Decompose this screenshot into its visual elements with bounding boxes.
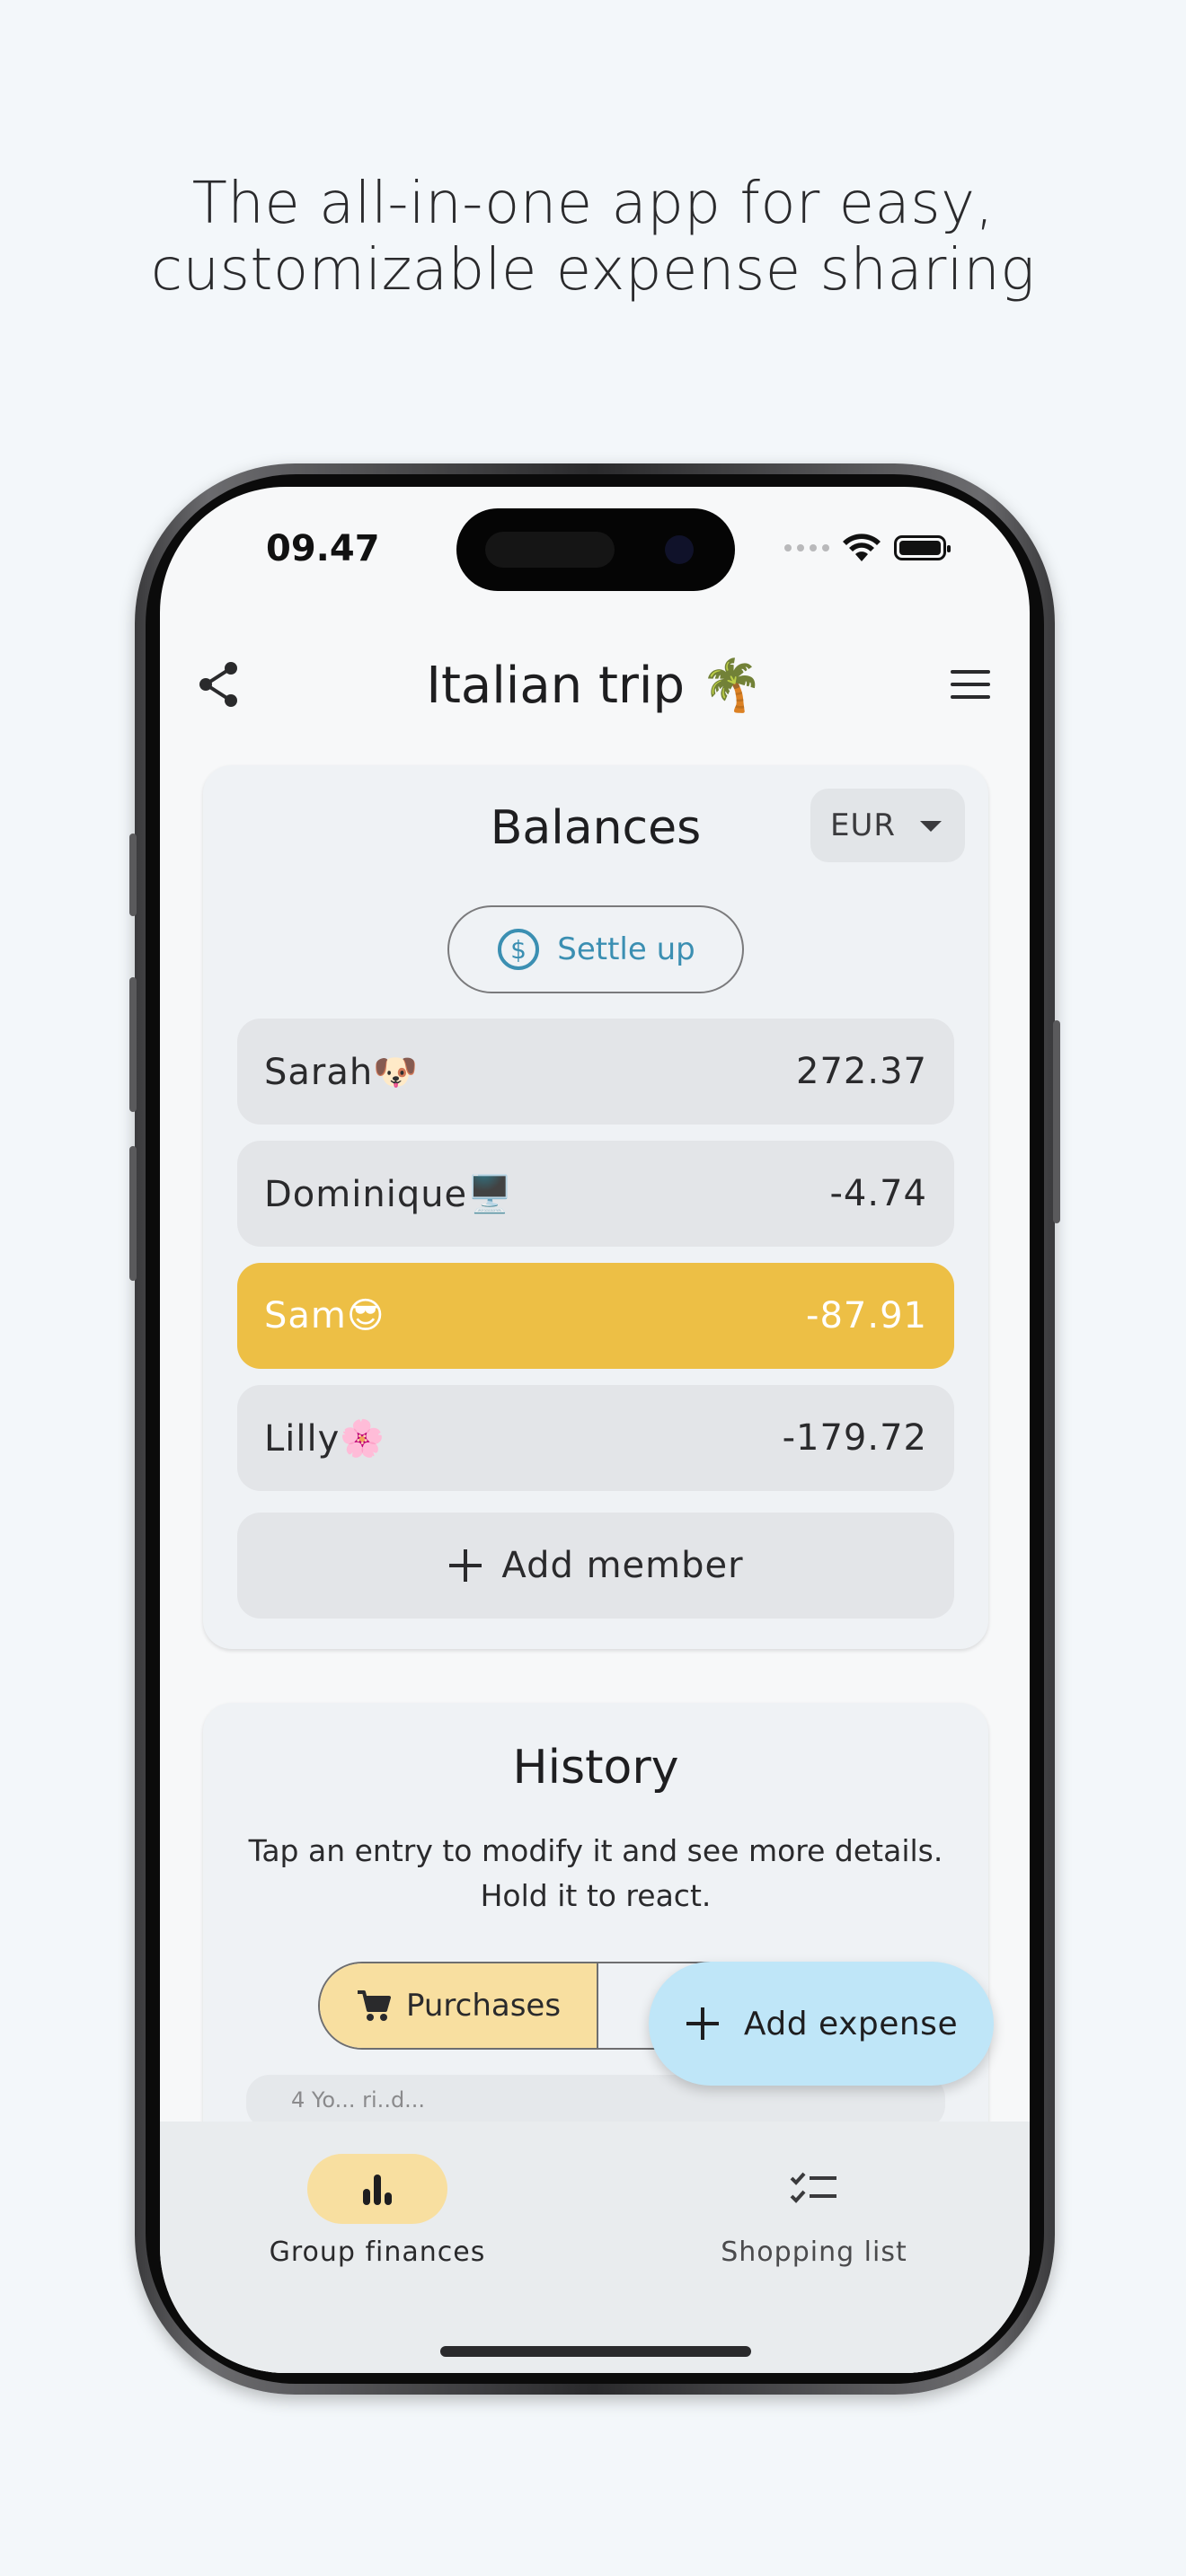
member-balance: -179.72 <box>782 1417 927 1459</box>
currency-select[interactable]: EUR <box>810 789 965 862</box>
phone-volume-up <box>129 977 137 1112</box>
dropdown-arrow-icon <box>920 821 942 832</box>
status-icons <box>784 530 951 566</box>
history-subtitle-line-1: Tap an entry to modify it and see more d… <box>248 1833 943 1868</box>
add-expense-button[interactable]: Add expense <box>649 1962 994 2086</box>
phone-silent-switch <box>129 834 137 916</box>
nav-label: Shopping list <box>721 2236 907 2268</box>
svg-text:$: $ <box>510 935 527 965</box>
tab-purchases[interactable]: Purchases <box>320 1963 598 2048</box>
nav-active-indicator <box>307 2154 447 2224</box>
history-subtitle: Tap an entry to modify it and see more d… <box>230 1829 961 1919</box>
cellular-signal-icon <box>784 544 829 551</box>
add-member-button[interactable]: Add member <box>237 1513 954 1619</box>
member-row-current-user[interactable]: Sam😎 -87.91 <box>237 1263 954 1369</box>
member-balance: -4.74 <box>829 1173 927 1214</box>
member-row[interactable]: Sarah🐶 272.37 <box>237 1019 954 1125</box>
plus-icon <box>686 2007 719 2040</box>
member-row[interactable]: Lilly🌸 -179.72 <box>237 1385 954 1491</box>
island-sensor <box>485 532 615 568</box>
headline-line-1: The all-in-one app for easy, <box>191 171 995 237</box>
dynamic-island <box>456 508 735 591</box>
history-title: History <box>512 1741 679 1795</box>
bar-chart-icon <box>363 2175 392 2205</box>
balances-card: Balances EUR $ Settle up Sarah🐶 272.37 D… <box>203 765 988 1649</box>
shopping-cart-icon <box>357 1990 391 2021</box>
phone-volume-down <box>129 1146 137 1281</box>
page-title: Italian trip 🌴 <box>426 657 764 715</box>
settle-up-button[interactable]: $ Settle up <box>447 905 744 993</box>
currency-value: EUR <box>830 807 896 843</box>
nav-label: Group finances <box>269 2236 486 2268</box>
nav-icon-container <box>744 2154 884 2224</box>
history-subtitle-line-2: Hold it to react. <box>480 1878 712 1913</box>
member-name: Sam😎 <box>264 1295 385 1337</box>
battery-icon <box>894 535 951 560</box>
headline-line-2: customizable expense sharing <box>150 237 1036 304</box>
phone-power-button <box>1053 1020 1060 1223</box>
headline: The all-in-one app for easy, customizabl… <box>0 171 1186 304</box>
member-balance: -87.91 <box>806 1295 927 1337</box>
bottom-navigation: Group finances Shopping list <box>160 2122 1030 2373</box>
add-expense-label: Add expense <box>743 2005 959 2042</box>
menu-button[interactable] <box>934 648 1006 720</box>
tab-purchases-label: Purchases <box>405 1988 562 2024</box>
add-member-label: Add member <box>501 1545 744 1586</box>
plus-icon <box>449 1549 482 1582</box>
member-name: Sarah🐶 <box>264 1051 420 1093</box>
status-time: 09.47 <box>266 528 380 569</box>
member-name: Dominique🖥️ <box>264 1173 513 1215</box>
app-bar: Italian trip 🌴 <box>160 640 1030 729</box>
member-row[interactable]: Dominique🖥️ -4.74 <box>237 1141 954 1247</box>
hamburger-menu-icon <box>951 670 990 699</box>
wifi-icon <box>843 534 881 561</box>
settle-up-label: Settle up <box>557 931 695 967</box>
member-name: Lilly🌸 <box>264 1417 386 1460</box>
home-indicator[interactable] <box>440 2346 751 2357</box>
checklist-icon <box>790 2172 836 2203</box>
member-balance: 272.37 <box>796 1051 927 1092</box>
front-camera <box>665 535 694 564</box>
nav-group-finances[interactable]: Group finances <box>243 2154 512 2268</box>
history-entry-text: 4 Yo... ri..d... <box>291 2087 426 2113</box>
phone-screen: 09.47 Italian trip 🌴 Balances EUR $ Sett… <box>160 487 1030 2373</box>
dollar-circle-icon: $ <box>498 929 540 970</box>
nav-shopping-list[interactable]: Shopping list <box>679 2154 949 2268</box>
